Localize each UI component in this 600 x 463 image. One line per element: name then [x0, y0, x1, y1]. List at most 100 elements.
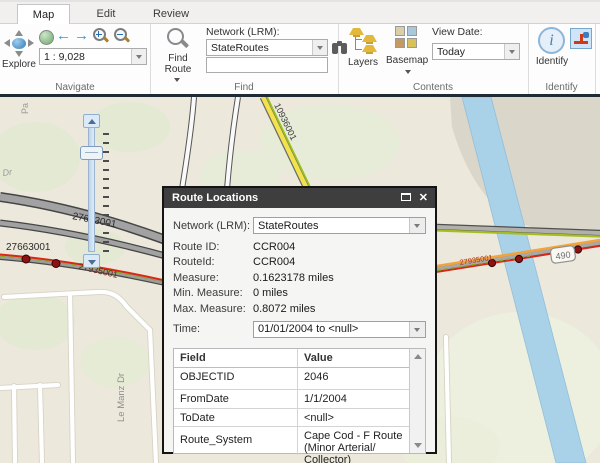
map-scale-combo[interactable]: 1 : 9,028: [39, 48, 147, 65]
group-find: Find Route Network (LRM): StateRoutes Fi…: [150, 24, 339, 94]
table-header-row: Field Value: [174, 349, 409, 368]
explore-sphere: [12, 38, 26, 49]
cell-field: Route_System: [174, 427, 298, 455]
scroll-down-icon[interactable]: [414, 443, 422, 448]
scroll-up-icon[interactable]: [414, 354, 422, 359]
min-measure-value: 0 miles: [253, 287, 288, 299]
routeid-row: RouteId: CCR004: [173, 255, 426, 271]
layers-label: Layers: [343, 58, 383, 68]
dialog-title-bar[interactable]: Route Locations ✕: [164, 188, 435, 208]
tab-edit[interactable]: Edit: [76, 4, 136, 25]
route-shield: 490: [550, 245, 576, 263]
route-id-label: Route ID:: [173, 241, 253, 253]
time-field-value: 01/01/2004 to <null>: [254, 323, 409, 335]
identify-route-locations-tool[interactable]: [570, 28, 592, 49]
maximize-icon[interactable]: [401, 193, 411, 201]
time-field-dropdown-arrow[interactable]: [409, 322, 425, 337]
event-editor-window: Map Edit Review Explore ← →: [0, 0, 600, 463]
table-row[interactable]: FromDate 1/1/2004: [174, 390, 409, 409]
explore-button-label[interactable]: Explore: [0, 60, 38, 70]
network-lrm-dropdown-arrow[interactable]: [312, 40, 327, 55]
network-field-dropdown-arrow[interactable]: [409, 218, 425, 233]
zoom-out-handle: [124, 36, 130, 42]
map-scale-value: 1 : 9,028: [40, 51, 131, 63]
route-label-freeway-horizontal: 27663001: [6, 242, 51, 253]
cell-field: FromDate: [174, 390, 298, 408]
layers-icon: [349, 27, 377, 53]
ribbon-body: Explore ← → 1 : 9,028 Navigate: [0, 24, 600, 97]
slider-down-caret: [88, 260, 96, 265]
tree-line-h2: [355, 49, 362, 50]
zoom-out-icon[interactable]: [114, 28, 129, 43]
max-measure-row: Max. Measure: 0.8072 miles: [173, 301, 426, 317]
close-icon[interactable]: ✕: [419, 188, 428, 208]
map-scale-dropdown-arrow[interactable]: [131, 49, 146, 64]
time-field-label: Time:: [173, 323, 253, 335]
network-field-combo[interactable]: StateRoutes: [253, 217, 426, 234]
route-locations-dialog: Route Locations ✕ Network (LRM): StateRo…: [162, 186, 437, 454]
cell-value: 2046: [298, 368, 409, 389]
bm-topo: [395, 26, 405, 36]
attribute-table: Field Value OBJECTID 2046 FromDate 1/1/2…: [173, 348, 426, 454]
slider-up-caret: [88, 119, 96, 124]
slider-handle[interactable]: [80, 146, 103, 160]
previous-extent-icon[interactable]: ←: [56, 28, 71, 44]
street-label-le-manz-dr: Le Manz Dr: [116, 373, 127, 422]
tree-line-h1: [355, 39, 362, 40]
slider-zoom-in-button[interactable]: [83, 114, 100, 128]
explore-arrow-right: [28, 39, 34, 47]
zoom-in-handle: [103, 36, 109, 42]
identify-label: Identify: [533, 57, 571, 67]
view-date-value: Today: [433, 46, 504, 58]
max-measure-label: Max. Measure:: [173, 303, 253, 315]
slider-zoom-out-button[interactable]: [83, 254, 100, 268]
basemap-icon: [395, 26, 419, 50]
table-row[interactable]: Route_System Cape Cod - F Route (Minor A…: [174, 427, 409, 455]
dialog-title: Route Locations: [172, 192, 258, 204]
tab-review[interactable]: Review: [138, 4, 204, 25]
group-label-contents: Contents: [338, 82, 528, 93]
measure-label: Measure:: [173, 272, 253, 284]
network-field-label: Network (LRM):: [173, 220, 253, 232]
full-extent-globe-icon[interactable]: [39, 30, 54, 45]
explore-icon[interactable]: [4, 30, 34, 57]
basemap-label: Basemap: [386, 56, 428, 66]
bm-streets: [407, 38, 417, 48]
routeid-label: RouteId:: [173, 256, 253, 268]
identify-button[interactable]: i: [538, 27, 565, 54]
zoom-in-icon[interactable]: [93, 28, 108, 43]
bm-imagery: [395, 38, 405, 48]
explore-arrow-up: [15, 30, 23, 36]
view-date-dropdown-arrow[interactable]: [504, 44, 519, 59]
ribbon: Map Edit Review Explore ← →: [0, 0, 600, 97]
table-row[interactable]: ToDate <null>: [174, 409, 409, 427]
cell-field: OBJECTID: [174, 368, 298, 389]
header-value: Value: [298, 349, 409, 367]
explore-arrow-left: [4, 39, 10, 47]
lamp-3: [362, 45, 377, 52]
measure-value: 0.1623178 miles: [253, 272, 334, 284]
group-contents: Layers Basemap View Date: Today: [338, 24, 529, 94]
min-measure-row: Min. Measure: 0 miles: [173, 286, 426, 302]
view-date-combo[interactable]: Today: [432, 43, 520, 60]
time-row: Time: 01/01/2004 to <null>: [173, 319, 426, 340]
plus-v: [98, 31, 100, 37]
view-date-label: View Date:: [432, 26, 483, 38]
find-route-label-line1: Find: [158, 54, 198, 64]
network-field-value: StateRoutes: [254, 220, 409, 232]
routeid-value: CCR004: [253, 256, 295, 268]
table-row[interactable]: OBJECTID 2046: [174, 368, 409, 390]
route-id-input[interactable]: [206, 57, 328, 73]
route-id-row: Route ID: CCR004: [173, 239, 426, 255]
time-field-combo[interactable]: 01/01/2004 to <null>: [253, 321, 426, 338]
table-scrollbar[interactable]: [409, 349, 425, 453]
network-row: Network (LRM): StateRoutes: [173, 215, 426, 236]
network-lrm-combo[interactable]: StateRoutes: [206, 39, 328, 56]
group-label-find: Find: [150, 82, 338, 93]
min-measure-label: Min. Measure:: [173, 287, 253, 299]
svg-text:490: 490: [555, 249, 571, 261]
minus-h: [117, 34, 123, 36]
next-extent-icon[interactable]: →: [74, 28, 89, 44]
network-lrm-label: Network (LRM):: [206, 26, 280, 38]
find-route-magnifier-icon: [167, 28, 189, 50]
